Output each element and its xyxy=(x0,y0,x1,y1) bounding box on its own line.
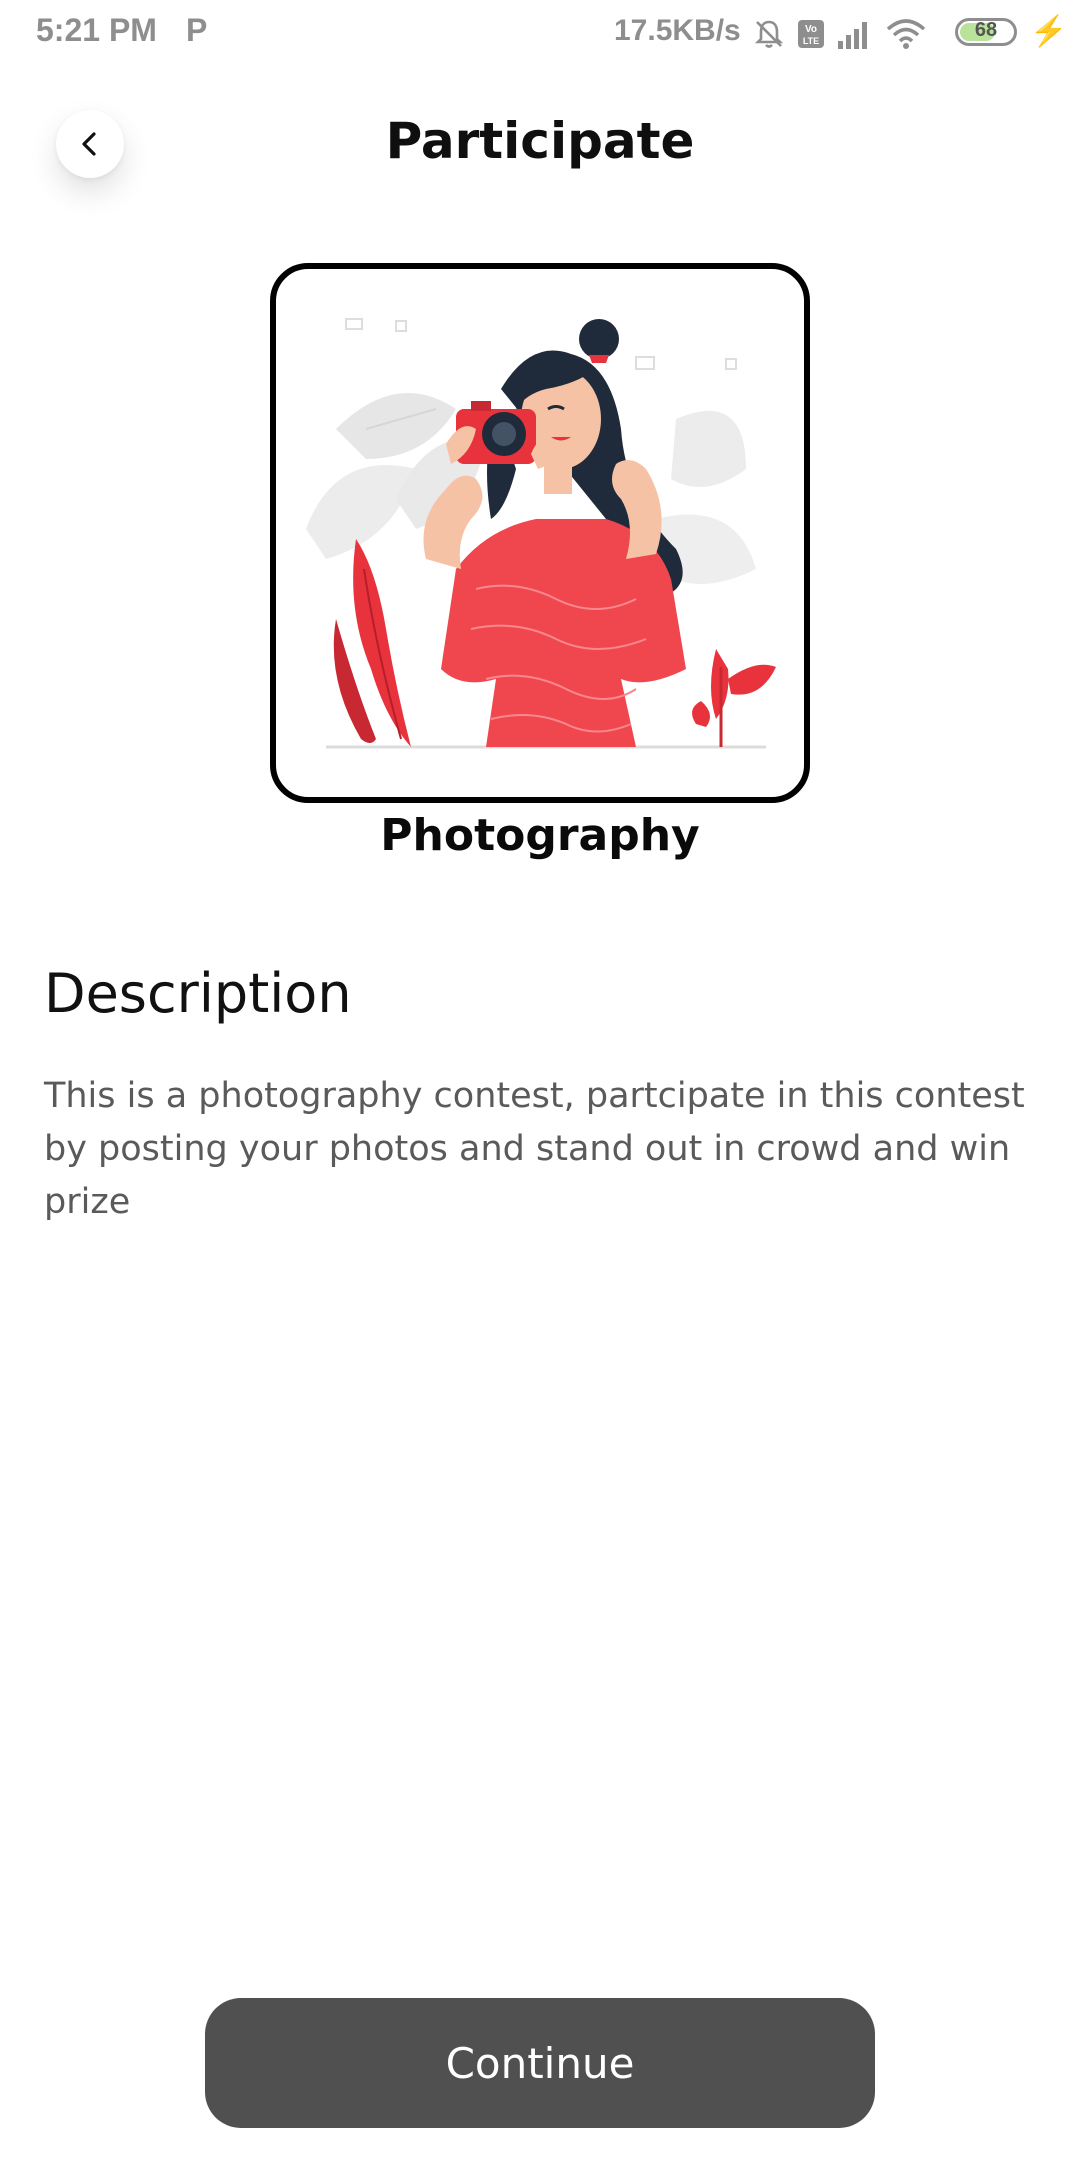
description-heading: Description xyxy=(44,962,352,1025)
signal-icon xyxy=(838,22,867,49)
app-notification-icon: P xyxy=(186,12,208,48)
network-speed: 17.5KB/s xyxy=(614,14,741,47)
wifi-icon xyxy=(886,19,926,49)
photography-illustration xyxy=(306,318,776,749)
contest-image-card[interactable] xyxy=(270,263,810,803)
description-text: This is a photography contest, partcipat… xyxy=(44,1076,1025,1222)
battery-level: 68 xyxy=(974,19,998,41)
charging-icon: ⚡ xyxy=(1030,15,1068,48)
battery-icon: 68 xyxy=(955,18,1017,46)
volte-icon: Vo LTE xyxy=(798,20,824,48)
status-bar: 5:21 PM P 17.5KB/s Vo LTE 68 ⚡ xyxy=(0,0,1080,66)
status-icons: Vo LTE xyxy=(752,14,928,54)
contest-category-title: Photography xyxy=(380,810,700,861)
continue-button[interactable]: Continue xyxy=(205,1998,875,2128)
svg-text:LTE: LTE xyxy=(803,36,819,46)
svg-text:Vo: Vo xyxy=(805,24,817,35)
mute-bell-icon xyxy=(754,20,784,48)
page-title: Participate xyxy=(385,112,695,170)
status-time: 5:21 PM xyxy=(36,12,157,48)
